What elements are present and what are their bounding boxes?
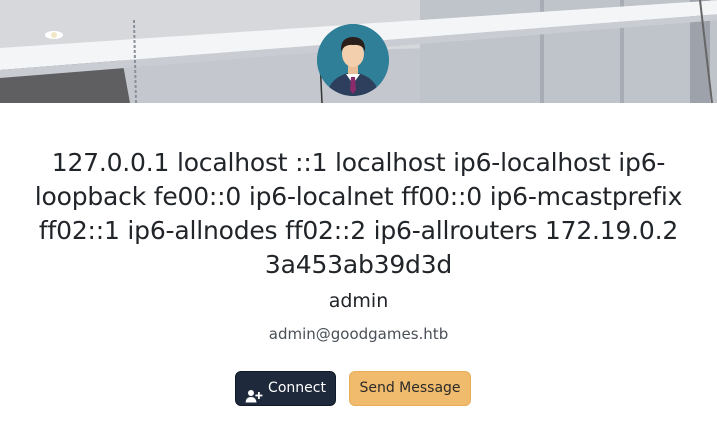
profile-card: 127.0.0.1 localhost ::1 localhost ip6-lo… <box>0 0 717 433</box>
avatar[interactable] <box>317 24 389 96</box>
send-message-button-label: Send Message <box>359 380 461 396</box>
connect-button-label: Connect <box>268 380 326 396</box>
user-plus-icon <box>245 382 263 402</box>
profile-username: admin <box>328 290 389 312</box>
send-message-button[interactable]: Send Message <box>349 371 471 406</box>
profile-email: admin@goodgames.htb <box>268 325 449 343</box>
profile-display-name: 127.0.0.1 localhost ::1 localhost ip6-lo… <box>34 148 683 279</box>
connect-button[interactable]: Connect <box>235 371 336 406</box>
